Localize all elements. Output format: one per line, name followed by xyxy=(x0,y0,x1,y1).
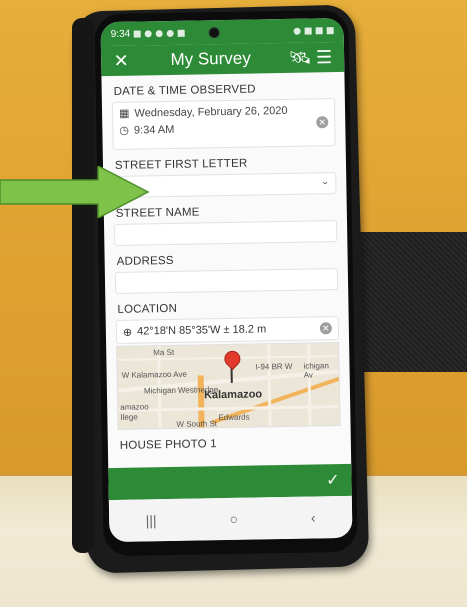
map-road-label: Ilege xyxy=(120,412,138,422)
phone-screen: 9:34 ✕ My Survey 🛰 ☰ DATE & TIME OBSERVE… xyxy=(100,17,353,543)
notification-icon xyxy=(178,29,186,37)
notification-icon xyxy=(134,29,142,38)
calendar-icon: ▦ xyxy=(118,107,130,120)
map-road-label: W Kalamazoo Ave xyxy=(121,369,187,380)
street-name-input[interactable] xyxy=(114,220,338,246)
signal-icon xyxy=(315,26,323,34)
front-camera xyxy=(209,26,221,38)
address-label: ADDRESS xyxy=(116,254,174,268)
battery-icon xyxy=(326,26,334,34)
datetime-label: DATE & TIME OBSERVED xyxy=(113,83,256,98)
home-button[interactable]: ○ xyxy=(229,511,238,527)
map-pin-icon xyxy=(221,347,244,371)
menu-icon[interactable]: ☰ xyxy=(312,47,336,68)
notification-icon xyxy=(156,29,164,37)
recents-button[interactable]: ||| xyxy=(146,512,157,528)
chevron-down-icon: ⌄ xyxy=(320,176,330,188)
map-road-label: amazoo xyxy=(120,402,149,412)
page-title: My Survey xyxy=(170,48,251,69)
case-hinge xyxy=(72,18,94,553)
location-label: LOCATION xyxy=(117,302,178,316)
pointer-arrow-icon xyxy=(0,166,150,218)
app-bar: ✕ My Survey 🛰 ☰ xyxy=(100,41,345,77)
time-value: 9:34 AM xyxy=(133,123,175,137)
survey-form: DATE & TIME OBSERVED ▦ Wednesday, Februa… xyxy=(102,82,351,452)
map-city-label: Kalamazoo xyxy=(203,388,263,402)
map-road-label: Michigan xyxy=(143,385,177,396)
satellite-icon[interactable]: 🛰 xyxy=(288,47,312,68)
form-footer: ✓ xyxy=(108,463,352,501)
back-button[interactable]: ‹ xyxy=(311,509,316,525)
photo-scene: 9:34 ✕ My Survey 🛰 ☰ DATE & TIME OBSERVE… xyxy=(0,0,467,607)
wifi-icon xyxy=(304,26,312,35)
location-coords: 42°18'N 85°35'W ± 18.2 m xyxy=(137,323,267,338)
clock-icon: ◷ xyxy=(119,124,130,137)
clear-location-icon[interactable]: ✕ xyxy=(319,322,332,335)
notification-icon xyxy=(145,29,153,37)
map-road-label: Ma St xyxy=(153,347,175,358)
location-map[interactable]: W Kalamazoo Ave W South St Edwards ichig… xyxy=(116,342,341,430)
datetime-field[interactable]: ▦ Wednesday, February 26, 2020 ◷ 9:34 AM… xyxy=(111,98,336,150)
date-value: Wednesday, February 26, 2020 xyxy=(134,104,288,120)
address-input[interactable] xyxy=(114,268,339,294)
status-time: 9:34 xyxy=(110,28,131,40)
notification-icon xyxy=(167,29,175,37)
check-icon[interactable]: ✓ xyxy=(326,470,340,490)
close-icon[interactable]: ✕ xyxy=(109,50,133,71)
map-road-label: W South St xyxy=(176,419,218,429)
map-road-label: ichigan Av xyxy=(303,361,329,380)
case-strap xyxy=(348,232,467,372)
map-road-label: I-94 BR W xyxy=(255,361,293,372)
house-photo-label: HOUSE PHOTO 1 xyxy=(119,438,217,452)
location-field[interactable]: ⊕ 42°18'N 85°35'W ± 18.2 m ✕ xyxy=(115,316,340,344)
crosshair-icon: ⊕ xyxy=(122,326,133,339)
location-status-icon xyxy=(293,27,301,35)
map-road-label: Edwards xyxy=(218,412,250,423)
android-nav-bar: ||| ○ ‹ xyxy=(108,495,353,543)
